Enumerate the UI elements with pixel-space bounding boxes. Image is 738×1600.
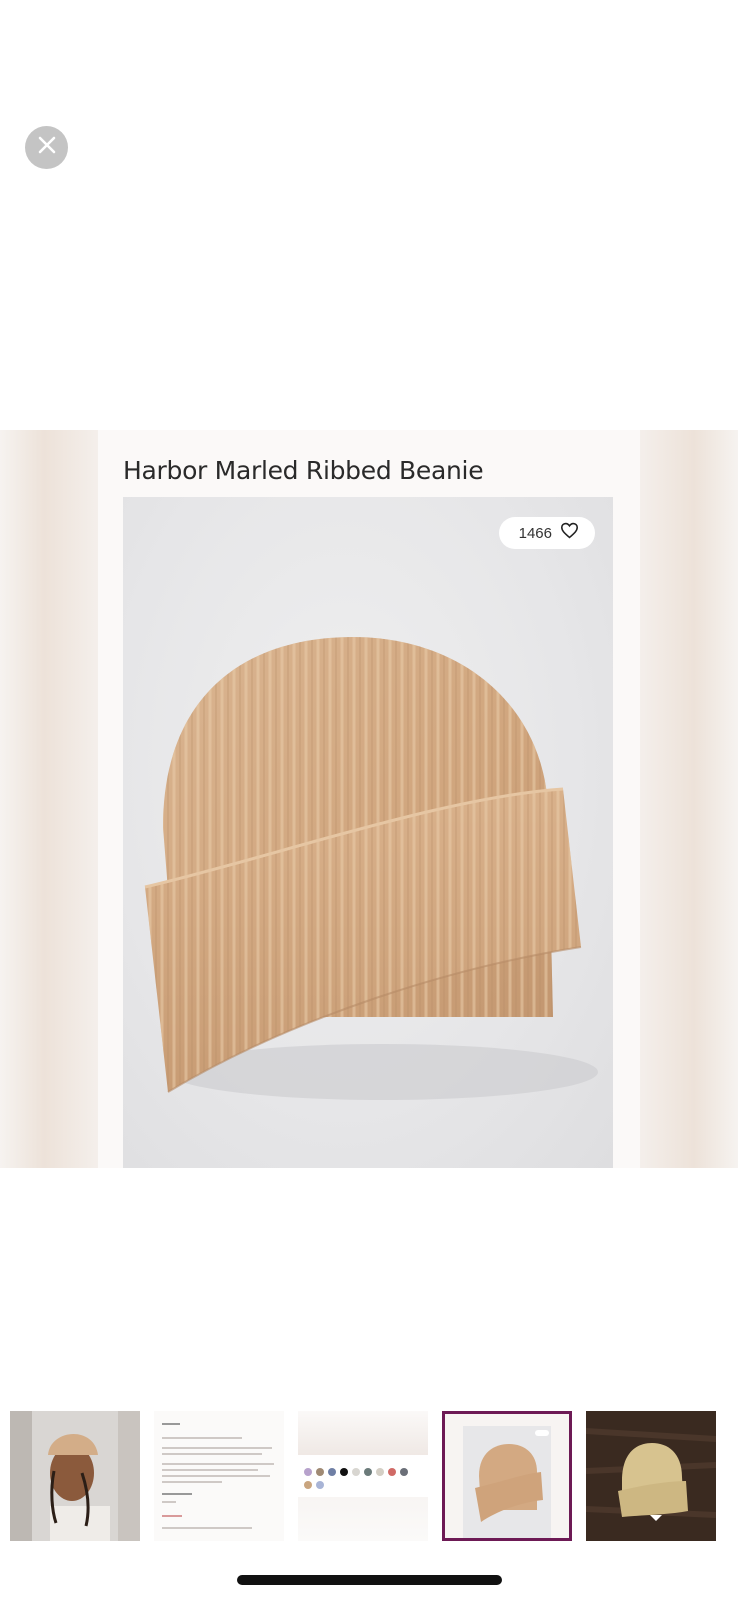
heart-icon: [560, 522, 579, 544]
like-button[interactable]: 1466: [498, 517, 595, 549]
previous-image-peek[interactable]: [0, 430, 98, 1168]
thumbnail-strip: [0, 1408, 738, 1542]
home-indicator[interactable]: [237, 1575, 502, 1585]
image-viewer: Harbor Marled Ribbed Beanie 1466: [0, 430, 738, 1168]
next-image-peek[interactable]: [640, 430, 738, 1168]
product-photo: 1466: [123, 497, 613, 1168]
product-card: Harbor Marled Ribbed Beanie 1466: [98, 430, 640, 1168]
thumbnail-model-wearing-beanie[interactable]: [10, 1411, 140, 1541]
close-button[interactable]: [25, 126, 68, 169]
thumbnail-color-swatches[interactable]: [298, 1411, 428, 1541]
like-count: 1466: [518, 524, 552, 542]
close-icon: [37, 135, 57, 160]
thumbnail-product-details[interactable]: [154, 1411, 284, 1541]
beanie-image: [144, 637, 598, 1100]
thumbnail-beanie-product-shot[interactable]: [442, 1411, 572, 1541]
product-title: Harbor Marled Ribbed Beanie: [123, 456, 484, 485]
thumbnail-beanie-on-wood-floor[interactable]: [586, 1411, 716, 1541]
